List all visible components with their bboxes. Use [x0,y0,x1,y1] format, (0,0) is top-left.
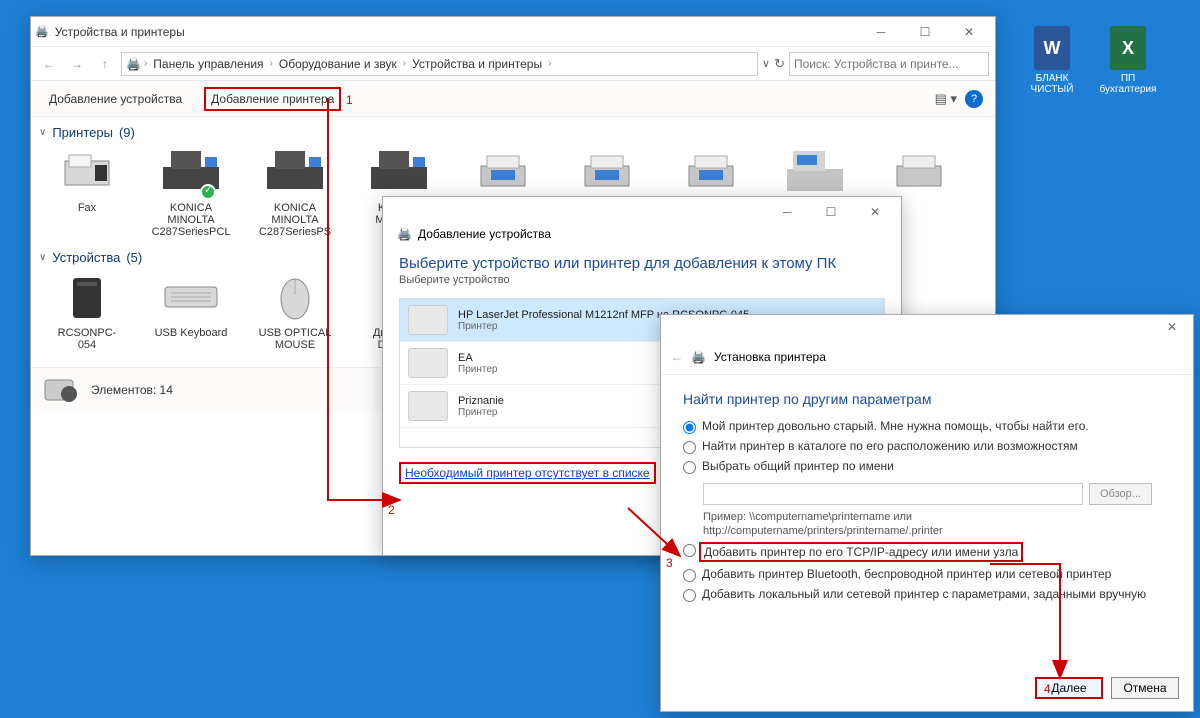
option-old-printer[interactable]: Мой принтер довольно старый. Мне нужна п… [683,419,1171,434]
option-bluetooth[interactable]: Добавить принтер Bluetooth, беспроводной… [683,567,1171,582]
device-label: KONICA MINOLTA C287SeriesPS [257,202,333,238]
maximize-button[interactable]: ☐ [903,18,947,46]
folder-icon: 🖨️ [126,57,141,71]
wizard-heading: Найти принтер по другим параметрам [683,391,1171,407]
maximize-button[interactable]: ☐ [809,198,853,226]
printer-icon [408,348,448,378]
device-printer[interactable]: KONICA MINOLTA C287SeriesPS [257,148,333,238]
dialog-header: ← 🖨️ Установка принтера [661,339,1193,375]
cancel-button[interactable]: Отмена [1111,677,1179,699]
dialog-body: Найти принтер по другим параметрам Мой п… [661,375,1193,623]
printer-not-listed-link[interactable]: Необходимый принтер отсутствует в списке [399,462,656,484]
desktop-icon-excel[interactable]: X ПП бухгалтерия [1098,26,1158,95]
forward-button[interactable]: → [65,52,89,76]
window-title: Устройства и принтеры [49,25,859,39]
device-mouse[interactable]: USB OPTICAL MOUSE [257,273,333,351]
group-printers-header[interactable]: ∨Принтеры (9) [39,125,987,140]
desktop-icon-label: БЛАНК ЧИСТЫЙ [1022,73,1082,95]
option-shared[interactable]: Выбрать общий принтер по имени [683,459,1171,474]
dialog-title: Добавление устройства [418,227,551,241]
device-fax[interactable]: Fax [49,148,125,238]
status-icon [41,374,81,406]
crumb-item[interactable]: Устройства и принтеры [409,55,545,73]
device-label: RCSONPC-054 [49,327,125,351]
device-keyboard[interactable]: USB Keyboard [153,273,229,351]
crumb-item[interactable]: Оборудование и звук [276,55,400,73]
device-label: Fax [78,202,96,214]
title-bar: 🖨️ Устройства и принтеры ─ ☐ ✕ [31,17,995,47]
default-check-icon [200,184,216,200]
back-icon[interactable]: ← [671,350,683,364]
device-label: USB OPTICAL MOUSE [257,327,333,351]
minimize-button[interactable]: ─ [765,198,809,226]
printer-icon [408,305,448,335]
crumb-item[interactable]: Панель управления [150,55,266,73]
minimize-button[interactable]: ─ [859,18,903,46]
command-bar: Добавление устройства Добавление принтер… [31,81,995,117]
annotation-3: 3 [666,556,673,570]
device-label: KONICA MINOLTA C287SeriesPCL [152,202,231,238]
wizard-heading: Выберите устройство или принтер для доба… [383,241,901,274]
window-icon: 🖨️ [35,25,49,38]
option-tcpip[interactable]: Добавить принтер по его TCP/IP-адресу ил… [683,542,1171,562]
printer-icon: 🖨️ [691,350,706,364]
status-text: Элементов: 14 [91,383,173,397]
desktop-icon-label: ПП бухгалтерия [1098,73,1158,95]
breadcrumb[interactable]: 🖨️ › Панель управления › Оборудование и … [121,52,758,76]
back-button[interactable]: ← [37,52,61,76]
help-icon[interactable]: ? [965,90,983,108]
desktop-icon-word[interactable]: W БЛАНК ЧИСТЫЙ [1022,26,1082,95]
device-label: USB Keyboard [155,327,228,339]
printer-icon: 🖨️ [397,227,412,241]
option-catalog[interactable]: Найти принтер в каталоге по его располож… [683,439,1171,454]
example-text: http://computername/printers/printername… [703,525,1171,537]
close-button[interactable]: ✕ [947,18,991,46]
add-device-command[interactable]: Добавление устройства [43,88,188,110]
annotation-1: 1 [346,93,353,107]
dialog-title: Установка принтера [714,350,826,364]
find-printer-dialog: ✕ ← 🖨️ Установка принтера Найти принтер … [660,314,1194,712]
up-button[interactable]: ↑ [93,52,117,76]
example-text: Пример: \\computername\printername или [703,511,1171,523]
wizard-subtitle: Выберите устройство [383,274,901,294]
close-button[interactable]: ✕ [1155,317,1189,337]
view-icon[interactable]: ▤ ▾ [935,91,957,107]
close-button[interactable]: ✕ [853,198,897,226]
address-bar: ← → ↑ 🖨️ › Панель управления › Оборудова… [31,47,995,81]
dialog-footer: Далее Отмена [1035,677,1179,699]
option-local[interactable]: Добавить локальный или сетевой принтер с… [683,587,1171,602]
printer-icon [408,391,448,421]
search-box[interactable] [789,52,989,76]
annotation-4: 4 [1044,682,1051,696]
shared-name-input[interactable] [703,483,1083,505]
browse-button[interactable]: Обзор... [1089,483,1152,505]
annotation-2: 2 [388,503,395,517]
device-printer[interactable]: KONICA MINOLTA C287SeriesPCL [153,148,229,238]
device-pc[interactable]: RCSONPC-054 [49,273,125,351]
search-input[interactable] [794,57,984,71]
add-printer-command[interactable]: Добавление принтера [204,87,341,111]
